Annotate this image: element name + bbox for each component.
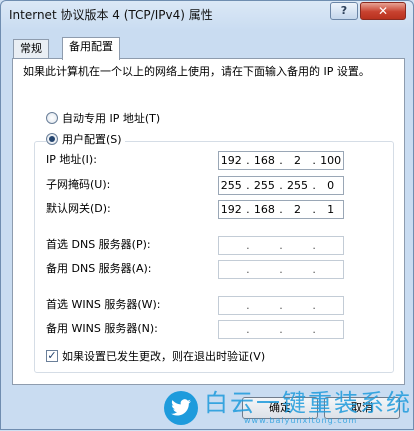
- validate-on-exit-checkbox[interactable]: ✓: [46, 350, 58, 362]
- ip-separator: .: [246, 179, 250, 192]
- ip-separator: .: [279, 203, 283, 216]
- ip-octet-1: 192: [220, 154, 242, 167]
- ip-separator: .: [246, 299, 250, 312]
- preferred-dns-label: 首选 DNS 服务器(P):: [46, 238, 151, 251]
- mask-octet-4: 0: [327, 179, 335, 192]
- gateway-octet-3: 2: [294, 203, 302, 216]
- ip-separator: .: [312, 239, 316, 252]
- watermark-url-text: www.baiyunxitong.com: [244, 416, 358, 425]
- ip-separator: .: [279, 323, 283, 336]
- mask-octet-2: 255: [253, 179, 275, 192]
- close-button[interactable]: ✕: [360, 2, 406, 20]
- ip-separator: .: [246, 154, 250, 167]
- title-bar[interactable]: Internet 协议版本 4 (TCP/IPv4) 属性 ? ✕: [1, 1, 413, 27]
- ip-octet-2: 168: [253, 154, 275, 167]
- ip-separator: .: [246, 323, 250, 336]
- subnet-mask-input[interactable]: 255. 255. 255. 0: [218, 176, 344, 195]
- ip-octet-3: 2: [294, 154, 302, 167]
- alternate-dns-label: 备用 DNS 服务器(A):: [46, 262, 152, 275]
- watermark: 白云一键重装系统 www.baiyunxitong.com: [164, 384, 414, 431]
- ip-separator: .: [312, 203, 316, 216]
- watermark-brand-text: 白云一键重装系统: [204, 389, 412, 417]
- ip-separator: .: [312, 179, 316, 192]
- dialog-window: Internet 协议版本 4 (TCP/IPv4) 属性 ? ✕ 常规 备用配…: [0, 0, 414, 430]
- ip-separator: .: [279, 239, 283, 252]
- ip-separator: .: [312, 299, 316, 312]
- preferred-wins-input[interactable]: . . .: [218, 296, 344, 315]
- user-config-option[interactable]: 用户配置(S): [46, 131, 125, 147]
- validate-on-exit-option[interactable]: ✓ 如果设置已发生更改，则在退出时验证(V): [46, 348, 265, 364]
- ip-octet-4: 100: [320, 154, 342, 167]
- alternate-wins-label: 备用 WINS 服务器(N):: [46, 322, 158, 335]
- ip-separator: .: [246, 239, 250, 252]
- ip-separator: .: [279, 154, 283, 167]
- close-icon: ✕: [377, 4, 389, 18]
- radio-user-config[interactable]: [46, 133, 58, 145]
- checkmark-icon: ✓: [47, 349, 57, 362]
- preferred-dns-input[interactable]: . . .: [218, 236, 344, 255]
- subnet-mask-label: 子网掩码(U):: [46, 178, 111, 191]
- twitter-bird-icon: [171, 398, 191, 416]
- tab-general[interactable]: 常规: [13, 39, 49, 59]
- window-title: Internet 协议版本 4 (TCP/IPv4) 属性: [9, 8, 213, 22]
- tab-alternate-config[interactable]: 备用配置: [62, 37, 120, 60]
- help-button[interactable]: ?: [330, 2, 358, 20]
- ip-separator: .: [279, 263, 283, 276]
- description-text: 如果此计算机在一个以上的网络上使用，请在下面输入备用的 IP 设置。: [23, 65, 370, 78]
- gateway-octet-1: 192: [220, 203, 242, 216]
- gateway-octet-4: 1: [327, 203, 335, 216]
- auto-private-ip-option[interactable]: 自动专用 IP 地址(T): [46, 110, 160, 126]
- bird-logo-icon: [164, 390, 198, 425]
- default-gateway-label: 默认网关(D):: [46, 202, 111, 215]
- default-gateway-input[interactable]: 192. 168. 2. 1: [218, 200, 344, 219]
- user-config-label: 用户配置(S): [62, 133, 122, 146]
- alternate-dns-input[interactable]: . . .: [218, 260, 344, 279]
- ip-separator: .: [312, 323, 316, 336]
- ip-separator: .: [279, 179, 283, 192]
- auto-private-ip-label: 自动专用 IP 地址(T): [62, 112, 161, 125]
- ip-separator: .: [279, 299, 283, 312]
- alternate-wins-input[interactable]: . . .: [218, 320, 344, 339]
- preferred-wins-label: 首选 WINS 服务器(W):: [46, 298, 161, 311]
- ip-separator: .: [312, 263, 316, 276]
- ip-address-input[interactable]: 192. 168. 2. 100: [218, 151, 344, 170]
- validate-on-exit-label: 如果设置已发生更改，则在退出时验证(V): [62, 350, 266, 363]
- ip-address-label: IP 地址(I):: [46, 153, 97, 166]
- ip-separator: .: [246, 263, 250, 276]
- mask-octet-3: 255: [287, 179, 309, 192]
- ip-separator: .: [246, 203, 250, 216]
- mask-octet-1: 255: [220, 179, 242, 192]
- radio-auto-private-ip[interactable]: [46, 112, 58, 124]
- ip-separator: .: [312, 154, 316, 167]
- gateway-octet-2: 168: [253, 203, 275, 216]
